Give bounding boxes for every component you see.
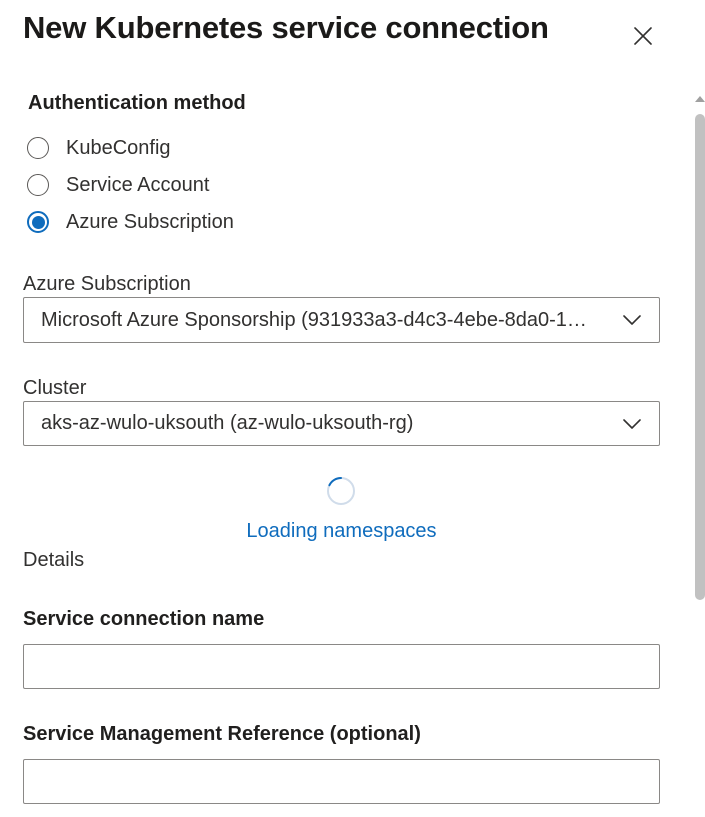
loading-namespaces-text: Loading namespaces	[246, 520, 437, 542]
subscription-label: Azure Subscription	[23, 273, 191, 295]
cluster-value: aks-az-wulo-uksouth (az-wulo-uksouth-rg)	[41, 412, 414, 434]
radio-button[interactable]	[27, 174, 49, 196]
details-heading: Details	[23, 549, 85, 571]
radio-label-azure-subscription: Azure Subscription	[66, 210, 234, 233]
radio-button-selected[interactable]	[27, 211, 49, 233]
chevron-down-icon	[623, 418, 641, 429]
subscription-dropdown[interactable]: Microsoft Azure Sponsorship (931933a3-d4…	[23, 297, 660, 343]
smr-label: Service Management Reference (optional)	[23, 723, 421, 745]
spinner-icon	[327, 477, 355, 505]
vertical-scrollbar[interactable]	[692, 92, 705, 817]
dialog-title: New Kubernetes service connection	[23, 10, 549, 45]
close-icon	[634, 27, 652, 45]
chevron-down-icon	[623, 315, 641, 325]
connection-name-input[interactable]	[23, 644, 660, 689]
radio-service-account[interactable]: Service Account	[27, 170, 209, 200]
close-button[interactable]	[629, 22, 657, 50]
auth-method-label: Authentication method	[28, 92, 246, 114]
connection-name-label: Service connection name	[23, 608, 265, 630]
cluster-label: Cluster	[23, 377, 87, 399]
radio-button[interactable]	[27, 137, 49, 159]
radio-kubeconfig[interactable]: KubeConfig	[27, 133, 171, 163]
smr-input[interactable]	[23, 759, 660, 804]
scroll-up-arrow-icon[interactable]	[692, 92, 705, 106]
radio-label-kubeconfig: KubeConfig	[66, 136, 171, 159]
cluster-dropdown[interactable]: aks-az-wulo-uksouth (az-wulo-uksouth-rg)	[23, 401, 660, 446]
radio-label-service-account: Service Account	[66, 173, 210, 196]
scrollbar-thumb[interactable]	[695, 114, 705, 600]
radio-azure-subscription[interactable]: Azure Subscription	[27, 207, 234, 237]
subscription-value: Microsoft Azure Sponsorship (931933a3-d4…	[41, 308, 587, 331]
